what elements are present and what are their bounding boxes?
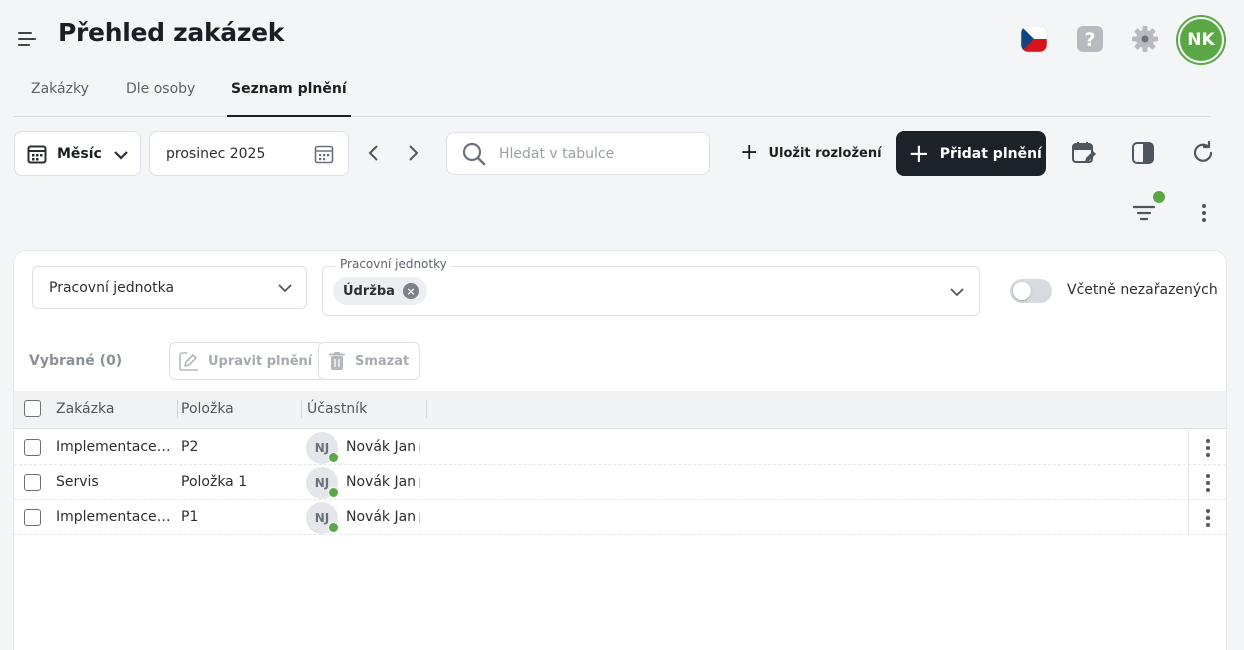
cell-order: Implementace ... xyxy=(56,509,171,525)
work-unit-select[interactable]: Pracovní jednotka xyxy=(32,266,307,309)
chevron-down-icon xyxy=(950,288,964,297)
tab-fulfilment-list[interactable]: Seznam plnění xyxy=(227,81,351,117)
save-layout-label: Uložit rozložení xyxy=(768,145,882,161)
include-unassigned-label: Včetně nezařazených xyxy=(1067,282,1218,298)
cell-item: Položka 1 xyxy=(181,474,248,490)
table-header: Zakázka Položka Účastník xyxy=(14,391,1226,429)
table-row[interactable]: Implementace ... P1 NJ Novák Jan xyxy=(14,500,1226,535)
truncation-mark xyxy=(419,443,421,453)
split-view-icon[interactable] xyxy=(1130,140,1156,166)
trash-icon xyxy=(329,352,345,370)
menu-icon[interactable] xyxy=(18,30,38,48)
cell-order: Servis xyxy=(56,474,99,490)
svg-text:?: ? xyxy=(1084,29,1095,51)
tab-bar: Zakázky Dle osoby Seznam plnění xyxy=(14,72,1211,117)
edit-icon xyxy=(179,352,198,371)
more-vertical-icon xyxy=(1205,438,1210,457)
filter-icon[interactable] xyxy=(1131,200,1157,226)
column-header-item[interactable]: Položka xyxy=(181,401,234,417)
include-unassigned-toggle[interactable] xyxy=(1010,279,1052,303)
truncation-mark xyxy=(419,478,421,488)
table-row[interactable]: Implementace ... P2 NJ Novák Jan xyxy=(14,430,1226,465)
user-avatar[interactable]: NK xyxy=(1176,15,1226,65)
row-checkbox[interactable] xyxy=(24,439,41,456)
add-fulfilment-label: Přidat plnění xyxy=(939,145,1042,162)
settings-gear-icon[interactable] xyxy=(1130,24,1160,54)
page-title: Přehled zakázek xyxy=(58,18,285,47)
column-divider[interactable] xyxy=(301,400,302,418)
chip-label: Údržba xyxy=(343,283,395,299)
search-input[interactable] xyxy=(499,145,699,162)
column-divider[interactable] xyxy=(426,400,427,418)
chevron-right-icon[interactable] xyxy=(403,143,423,163)
calendar-edit-icon[interactable] xyxy=(1071,140,1097,166)
date-picker[interactable]: prosinec 2025 xyxy=(149,131,349,176)
more-vertical-icon xyxy=(1205,473,1210,492)
cell-participant: Novák Jan xyxy=(346,509,417,525)
online-status-dot xyxy=(328,487,339,498)
row-more-button[interactable] xyxy=(1188,500,1226,535)
date-value: prosinec 2025 xyxy=(166,145,266,162)
chevron-down-icon xyxy=(278,284,292,293)
table-row[interactable]: Servis Položka 1 NJ Novák Jan xyxy=(14,465,1226,500)
cell-item: P1 xyxy=(181,509,199,525)
truncation-mark xyxy=(419,513,421,523)
column-divider[interactable] xyxy=(177,400,178,418)
selected-count: Vybrané (0) xyxy=(29,353,123,369)
active-filter-badge xyxy=(1153,191,1165,203)
user-initials: NK xyxy=(1180,19,1222,61)
select-all-checkbox[interactable] xyxy=(24,400,41,417)
tab-orders[interactable]: Zakázky xyxy=(31,81,89,97)
more-vertical-icon[interactable] xyxy=(1194,202,1214,224)
row-more-button[interactable] xyxy=(1188,430,1226,465)
more-vertical-icon xyxy=(1205,508,1210,527)
cell-participant: Novák Jan xyxy=(346,474,417,490)
calendar-icon[interactable] xyxy=(314,144,334,164)
work-units-multiselect[interactable]: Pracovní jednotky Údržba × xyxy=(322,257,980,316)
work-unit-select-label: Pracovní jednotka xyxy=(49,279,175,296)
column-header-order[interactable]: Zakázka xyxy=(56,401,114,417)
delete-button[interactable]: Smazat xyxy=(318,342,421,380)
calendar-icon xyxy=(27,145,47,163)
delete-label: Smazat xyxy=(355,353,410,369)
remove-chip-icon[interactable]: × xyxy=(402,283,419,299)
cell-order: Implementace ... xyxy=(56,439,171,455)
edit-fulfilment-label: Upravit plnění xyxy=(208,353,313,369)
chevron-down-icon xyxy=(114,151,128,160)
add-fulfilment-button[interactable]: + Přidat plnění xyxy=(896,131,1046,176)
row-checkbox[interactable] xyxy=(24,474,41,491)
column-header-participant[interactable]: Účastník xyxy=(307,401,367,417)
period-label: Měsíc xyxy=(57,145,102,162)
cell-item: P2 xyxy=(181,439,199,455)
help-icon[interactable]: ? xyxy=(1075,24,1105,54)
content-panel: Pracovní jednotka Pracovní jednotky Údrž… xyxy=(14,251,1226,650)
cell-participant: Novák Jan xyxy=(346,439,417,455)
search-box xyxy=(446,132,710,175)
czech-flag-icon[interactable] xyxy=(1019,24,1049,54)
search-icon xyxy=(462,142,486,165)
online-status-dot xyxy=(328,452,339,463)
refresh-icon[interactable] xyxy=(1190,140,1216,166)
tab-by-person[interactable]: Dle osoby xyxy=(126,81,195,97)
row-more-button[interactable] xyxy=(1188,465,1226,500)
edit-fulfilment-button[interactable]: Upravit plnění xyxy=(169,342,324,380)
plus-icon: + xyxy=(740,140,759,165)
row-checkbox[interactable] xyxy=(24,509,41,526)
selected-unit-chip: Údržba × xyxy=(333,277,427,305)
work-units-label: Pracovní jednotky xyxy=(335,257,452,271)
period-select[interactable]: Měsíc xyxy=(14,131,141,176)
save-layout-button[interactable]: + Uložit rozložení xyxy=(740,140,882,166)
chevron-left-icon[interactable] xyxy=(364,143,384,163)
plus-icon: + xyxy=(908,138,930,169)
online-status-dot xyxy=(328,522,339,533)
